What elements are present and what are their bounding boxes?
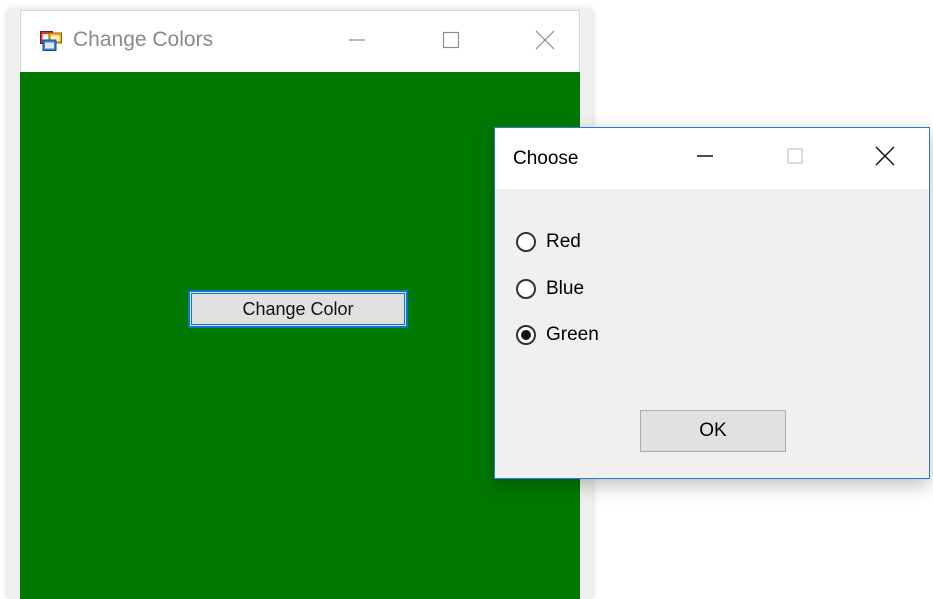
main-title-bar[interactable]: Change Colors [20, 10, 580, 72]
dialog-title-bar[interactable]: Choose [495, 128, 929, 189]
dialog-title: Choose [513, 148, 579, 169]
radio-label-red: Red [546, 231, 581, 252]
dialog-minimize-button[interactable] [675, 128, 735, 189]
window-title: Change Colors [73, 28, 214, 51]
ok-button[interactable]: OK [640, 410, 786, 452]
close-icon [534, 29, 556, 56]
close-button[interactable] [515, 11, 575, 73]
choose-dialog: Choose Red Blue Green OK [494, 127, 930, 479]
radio-button-green[interactable] [516, 325, 536, 345]
radio-button-blue[interactable] [516, 279, 536, 299]
minimize-icon [695, 146, 715, 171]
maximize-button[interactable] [421, 11, 481, 73]
radio-red[interactable]: Red [516, 231, 581, 253]
change-color-button[interactable]: Change Color [188, 290, 408, 328]
radio-label-blue: Blue [546, 278, 585, 299]
radio-blue[interactable]: Blue [516, 278, 584, 300]
radio-button-red[interactable] [516, 232, 536, 252]
minimize-button[interactable] [327, 11, 387, 73]
radio-label-green: Green [546, 324, 599, 345]
maximize-icon [785, 146, 805, 171]
radio-green[interactable]: Green [516, 324, 599, 346]
maximize-icon [441, 30, 461, 55]
dialog-close-button[interactable] [855, 128, 915, 189]
minimize-icon [347, 30, 367, 55]
dialog-maximize-button [765, 128, 825, 189]
close-icon [874, 145, 896, 172]
app-window-icon [40, 31, 62, 51]
